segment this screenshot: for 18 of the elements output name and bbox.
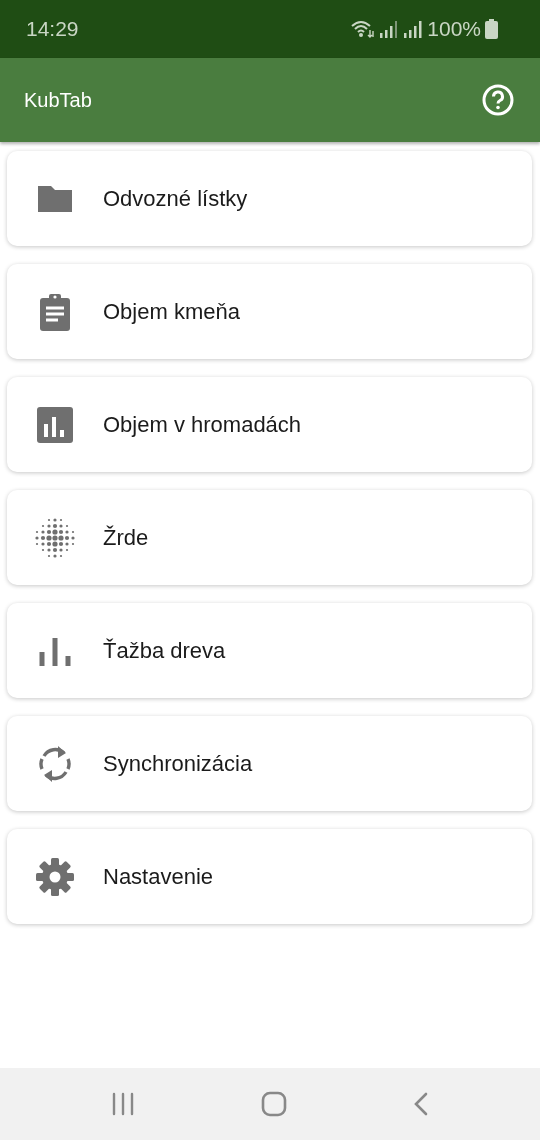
menu-card[interactable]: Objem kmeňa (7, 264, 532, 359)
app-title: KubTab (24, 88, 92, 113)
battery-icon (485, 19, 498, 39)
signal-icon (379, 20, 400, 38)
signal-icon (403, 20, 424, 38)
home-icon (261, 1091, 287, 1117)
menu-card[interactable]: Synchronizácia (7, 716, 532, 811)
help-icon (482, 84, 514, 116)
menu-card[interactable]: Nastavenie (7, 829, 532, 924)
wifi-icon (351, 20, 376, 38)
menu-card[interactable]: Objem v hromadách (7, 377, 532, 472)
menu-card[interactable]: Žrde (7, 490, 532, 585)
menu-card[interactable]: Odvozné lístky (7, 151, 532, 246)
menu-card[interactable]: Ťažba dreva (7, 603, 532, 698)
battery-percentage: 100% (427, 16, 481, 43)
dot-grid-icon (34, 516, 76, 559)
status-time: 14:29 (26, 16, 79, 43)
settings-icon (34, 855, 76, 898)
